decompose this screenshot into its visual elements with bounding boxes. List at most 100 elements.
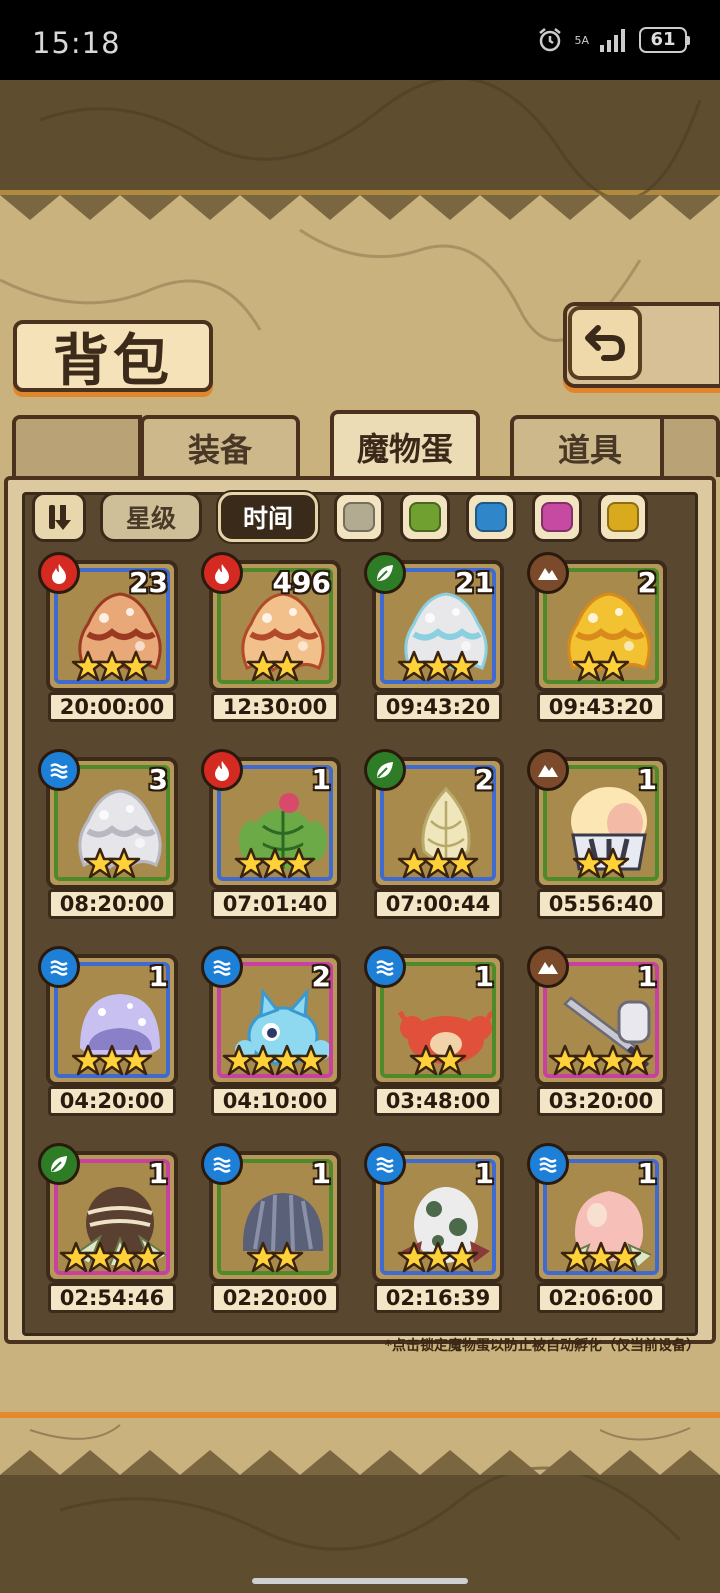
egg-slot[interactable]: 1 03:48:00 xyxy=(364,946,508,1120)
star-rating xyxy=(531,650,671,690)
tab-edge-left xyxy=(12,415,142,477)
green-swatch xyxy=(409,502,441,532)
egg-count: 1 xyxy=(637,960,657,993)
water-element-icon xyxy=(201,1143,243,1185)
egg-slot[interactable]: 23 20:00:00 xyxy=(38,552,182,726)
star-icon xyxy=(596,650,630,682)
egg-slot[interactable]: 1 02:54:46 xyxy=(38,1143,182,1317)
filter-pink-button[interactable] xyxy=(532,492,582,542)
star-icon xyxy=(131,1241,165,1273)
egg-slot[interactable]: 1 03:20:00 xyxy=(527,946,671,1120)
egg-slot[interactable]: 2 07:00:44 xyxy=(364,749,508,923)
egg-count: 1 xyxy=(637,763,657,796)
star-rating xyxy=(368,1044,508,1084)
egg-slot[interactable]: 1 02:06:00 xyxy=(527,1143,671,1317)
hatch-timer: 04:20:00 xyxy=(48,1086,176,1116)
tab-equipment[interactable]: 装备 xyxy=(140,415,300,477)
egg-count: 21 xyxy=(455,566,494,599)
home-indicator[interactable] xyxy=(252,1578,468,1584)
star-icon xyxy=(620,1044,654,1076)
hatch-timer: 03:48:00 xyxy=(374,1086,502,1116)
star-rating xyxy=(531,847,671,887)
egg-slot[interactable]: 1 02:16:39 xyxy=(364,1143,508,1317)
leaf-element-icon xyxy=(364,749,406,791)
earth-element-icon xyxy=(527,749,569,791)
egg-count: 2 xyxy=(637,566,657,599)
tab-items[interactable]: 道具 xyxy=(510,415,670,477)
filter-gold-button[interactable] xyxy=(598,492,648,542)
egg-slot[interactable]: 1 02:20:00 xyxy=(201,1143,345,1317)
hatch-timer: 07:01:40 xyxy=(211,889,339,919)
star-rating xyxy=(368,1241,508,1281)
sort-icon xyxy=(49,505,71,530)
egg-slot[interactable]: 1 05:56:40 xyxy=(527,749,671,923)
egg-slot[interactable]: 2 09:43:20 xyxy=(527,552,671,726)
game-screen: 背包 装备 魔物蛋 道具 星级 时间 23 20:00:00 496 12:30… xyxy=(0,80,720,1593)
pink-swatch xyxy=(541,502,573,532)
egg-slot[interactable]: 1 04:20:00 xyxy=(38,946,182,1120)
filter-blue-button[interactable] xyxy=(466,492,516,542)
star-rating xyxy=(205,1044,345,1084)
battery-icon: 61 xyxy=(639,27,690,53)
hatch-timer: 20:00:00 xyxy=(48,692,176,722)
star-icon xyxy=(107,847,141,879)
gray-swatch xyxy=(343,502,375,532)
lock-hint: *点击锁定魔物蛋以防止被自动孵化（仅当前设备） xyxy=(384,1338,700,1354)
star-icon xyxy=(608,1241,642,1273)
fire-element-icon xyxy=(201,552,243,594)
sort-by-time-button[interactable]: 时间 xyxy=(218,492,318,542)
egg-count: 1 xyxy=(474,1157,494,1190)
star-rating xyxy=(368,847,508,887)
egg-slot[interactable]: 1 07:01:40 xyxy=(201,749,345,923)
earth-element-icon xyxy=(527,552,569,594)
egg-count: 23 xyxy=(129,566,168,599)
star-icon xyxy=(445,847,479,879)
egg-count: 496 xyxy=(272,566,331,599)
egg-count: 1 xyxy=(148,960,168,993)
egg-count: 2 xyxy=(311,960,331,993)
filter-green-button[interactable] xyxy=(400,492,450,542)
egg-slot[interactable]: 496 12:30:00 xyxy=(201,552,345,726)
star-rating xyxy=(531,1044,671,1084)
blue-swatch xyxy=(475,502,507,532)
hatch-timer: 12:30:00 xyxy=(211,692,339,722)
star-icon xyxy=(294,1044,328,1076)
gold-swatch xyxy=(607,502,639,532)
tab-edge-right xyxy=(660,415,720,477)
egg-slot[interactable]: 3 08:20:00 xyxy=(38,749,182,923)
star-icon xyxy=(119,650,153,682)
egg-slot[interactable]: 21 09:43:20 xyxy=(364,552,508,726)
water-element-icon xyxy=(527,1143,569,1185)
fire-element-icon xyxy=(201,749,243,791)
status-bar: 15:18 5A 61 xyxy=(0,0,720,80)
hatch-timer: 02:20:00 xyxy=(211,1283,339,1313)
water-element-icon xyxy=(38,946,80,988)
star-icon xyxy=(596,847,630,879)
tab-monster-eggs[interactable]: 魔物蛋 xyxy=(330,410,480,480)
star-icon xyxy=(282,847,316,879)
network-label: 5A xyxy=(574,33,589,47)
back-button[interactable] xyxy=(568,306,642,380)
egg-count: 2 xyxy=(474,763,494,796)
page-title-plate: 背包 xyxy=(13,320,213,394)
egg-count: 1 xyxy=(148,1157,168,1190)
star-icon xyxy=(445,1241,479,1273)
water-element-icon xyxy=(38,749,80,791)
star-icon xyxy=(270,1241,304,1273)
filter-gray-button[interactable] xyxy=(334,492,384,542)
sort-order-button[interactable] xyxy=(32,492,86,542)
battery-level: 61 xyxy=(639,27,687,53)
star-icon xyxy=(445,650,479,682)
water-element-icon xyxy=(364,946,406,988)
star-rating xyxy=(42,1044,182,1084)
back-arrow-icon xyxy=(585,325,626,361)
egg-slot[interactable]: 2 04:10:00 xyxy=(201,946,345,1120)
status-time: 15:18 xyxy=(32,26,121,60)
signal-icon xyxy=(600,29,625,52)
hatch-timer: 02:06:00 xyxy=(537,1283,665,1313)
star-rating xyxy=(42,1241,182,1281)
star-icon xyxy=(119,1044,153,1076)
alarm-icon xyxy=(539,28,562,52)
egg-count: 3 xyxy=(148,763,168,796)
sort-by-star-button[interactable]: 星级 xyxy=(100,492,202,542)
